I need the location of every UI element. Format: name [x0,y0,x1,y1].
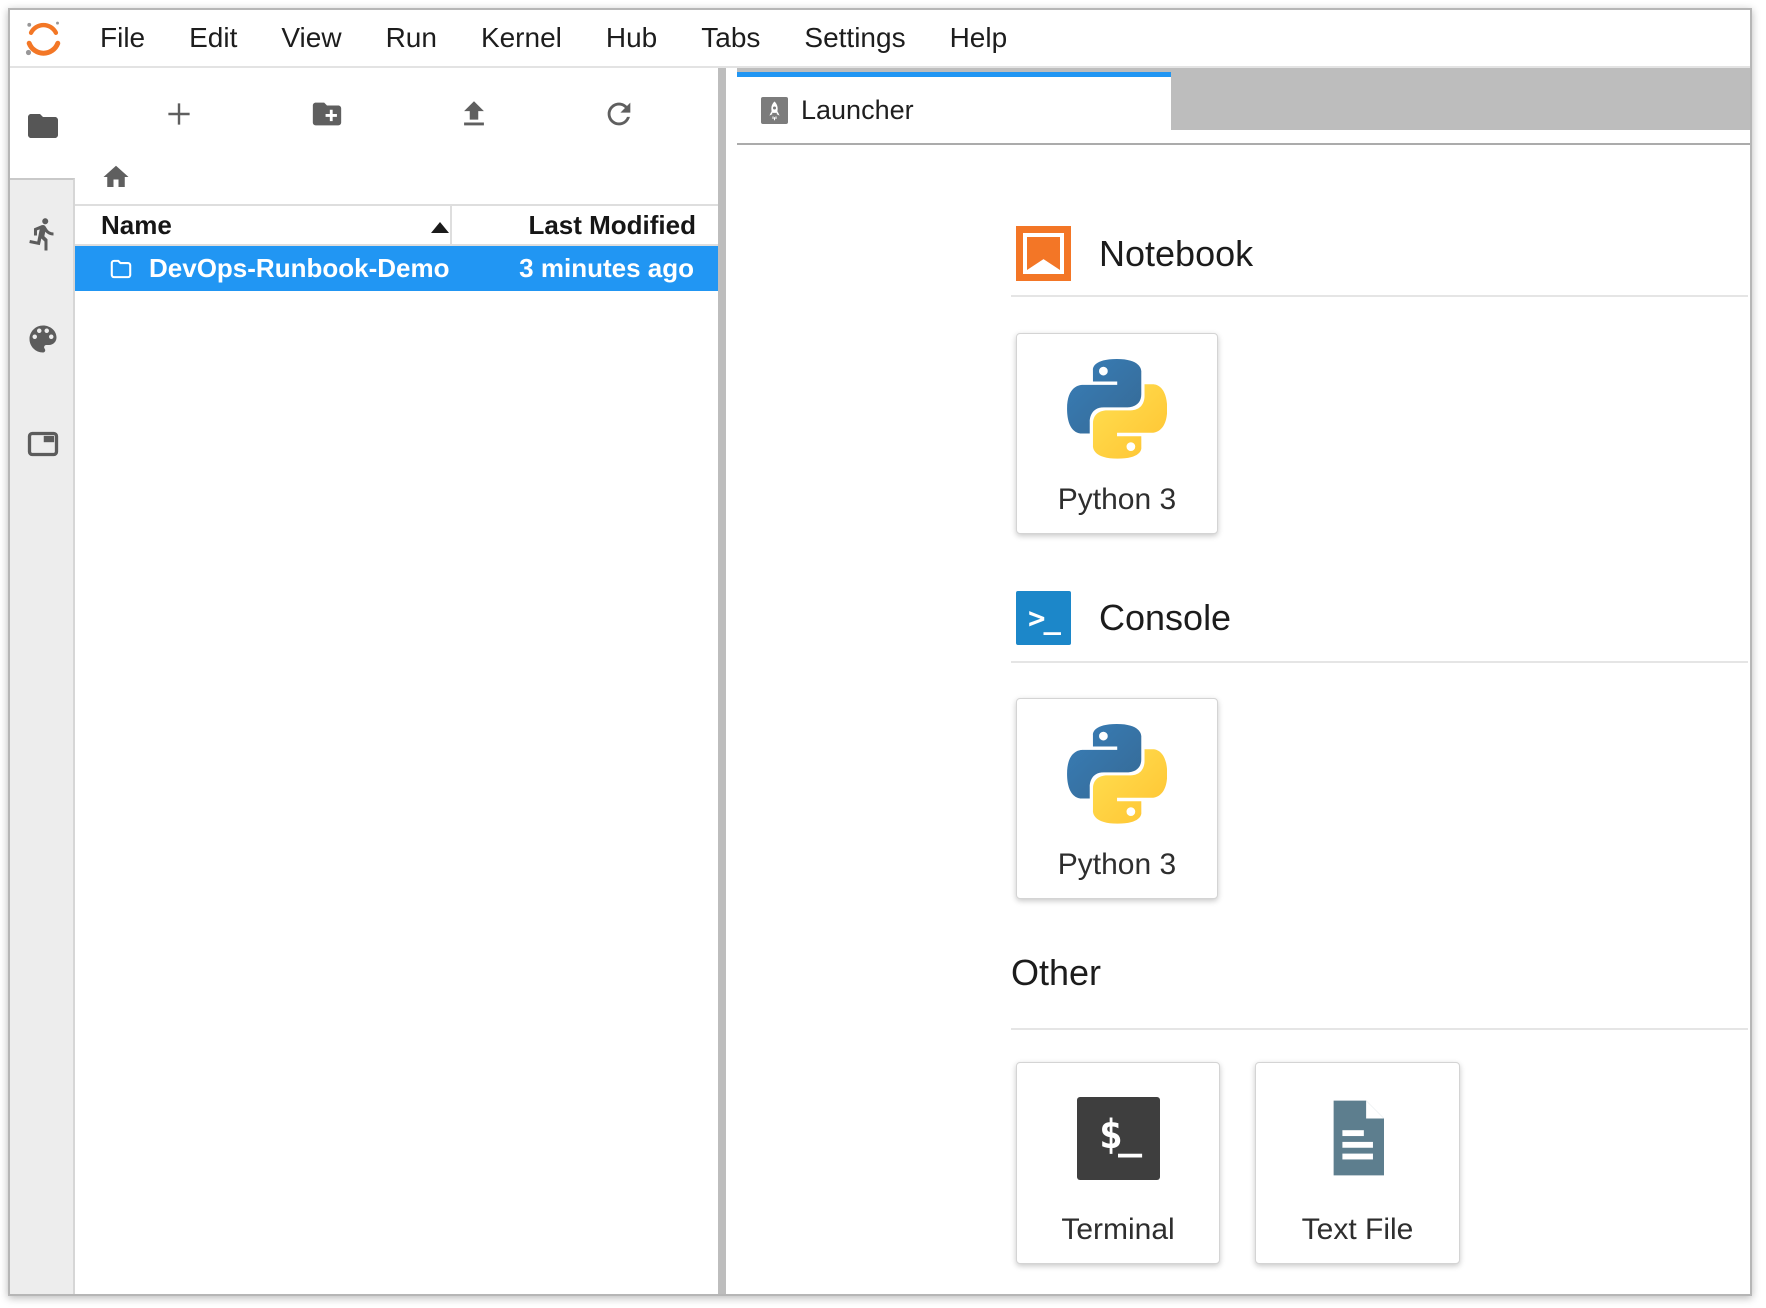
new-folder-button[interactable] [309,96,345,132]
file-modified-time: 3 minutes ago [519,253,694,284]
card-label: Python 3 [1017,483,1217,517]
upload-button[interactable] [456,96,492,132]
jupyterhub-logo-icon [22,17,64,59]
launcher-card-console-python3[interactable]: Python 3 [1016,698,1218,899]
column-header-name[interactable]: Name [101,206,172,244]
tab-launcher[interactable]: Launcher [737,72,1171,143]
folder-icon [25,108,61,144]
section-title-notebook: Notebook [1099,233,1253,275]
launcher-card-notebook-python3[interactable]: Python 3 [1016,333,1218,534]
file-name: DevOps-Runbook-Demo [149,253,519,284]
launcher-body: Notebook [726,145,1750,1294]
section-header-notebook: Notebook [1016,226,1253,281]
sidebar-tab-command-palette[interactable] [10,321,75,357]
running-man-icon [25,216,61,252]
main-dock-panel: Launcher Notebook [726,68,1750,1294]
launcher-card-terminal[interactable]: $_ Terminal [1016,1062,1220,1264]
card-label: Text File [1256,1213,1459,1247]
palette-icon [25,321,61,357]
refresh-button[interactable] [601,96,637,132]
card-label: Python 3 [1017,848,1217,882]
menu-view[interactable]: View [259,10,363,66]
launcher-card-text-file[interactable]: Text File [1255,1062,1460,1264]
launcher-rocket-icon [761,97,788,124]
file-list-header: Name Last Modified [75,204,718,246]
panel-splitter[interactable] [718,68,726,1294]
refresh-icon [602,97,636,131]
section-title-other: Other [1011,952,1101,994]
menu-edit[interactable]: Edit [167,10,259,66]
sidebar-tab-file-browser[interactable] [10,108,75,144]
python-logo-icon [1067,724,1167,824]
sidebar-tab-running-sessions[interactable] [10,216,75,252]
upload-icon [457,97,491,131]
home-icon [101,162,131,192]
menu-hub[interactable]: Hub [584,10,679,66]
new-folder-icon [310,97,344,131]
section-title-console: Console [1099,597,1231,639]
folder-outline-icon [108,256,134,282]
column-header-last-modified[interactable]: Last Modified [528,206,696,244]
menu-help[interactable]: Help [928,10,1030,66]
activity-bar [10,68,75,1294]
tabs-icon [25,426,61,462]
column-divider [450,206,452,244]
python-logo-icon [1067,359,1167,459]
menu-settings[interactable]: Settings [782,10,927,66]
menu-run[interactable]: Run [364,10,459,66]
plus-icon [162,97,196,131]
menu-tabs[interactable]: Tabs [679,10,782,66]
notebook-bookmark-shape [1027,237,1060,270]
notebook-icon [1016,226,1071,281]
app-body: Name Last Modified DevOps-Runbook-Demo 3… [10,68,1750,1294]
section-header-other: Other [1011,952,1101,994]
sort-ascending-icon[interactable] [431,222,449,233]
text-file-icon [1319,1095,1397,1181]
breadcrumb-home[interactable] [101,162,131,192]
tab-launcher-label: Launcher [801,95,914,126]
menu-bar: File Edit View Run Kernel Hub Tabs Setti… [10,10,1750,68]
terminal-icon: $_ [1077,1097,1160,1180]
section-divider [1011,295,1748,297]
section-divider [1011,661,1748,663]
section-header-console: >_ Console [1016,591,1231,645]
file-browser-panel: Name Last Modified DevOps-Runbook-Demo 3… [75,68,718,1294]
file-row-selected[interactable]: DevOps-Runbook-Demo 3 minutes ago [75,246,718,291]
section-divider [1011,1028,1748,1030]
new-launcher-button[interactable] [161,96,197,132]
sidebar-tab-open-tabs[interactable] [10,426,75,462]
card-label: Terminal [1017,1213,1219,1247]
console-icon: >_ [1016,591,1071,645]
menu-kernel[interactable]: Kernel [459,10,584,66]
menu-file[interactable]: File [78,10,167,66]
jupyterlab-window: File Edit View Run Kernel Hub Tabs Setti… [8,8,1752,1296]
